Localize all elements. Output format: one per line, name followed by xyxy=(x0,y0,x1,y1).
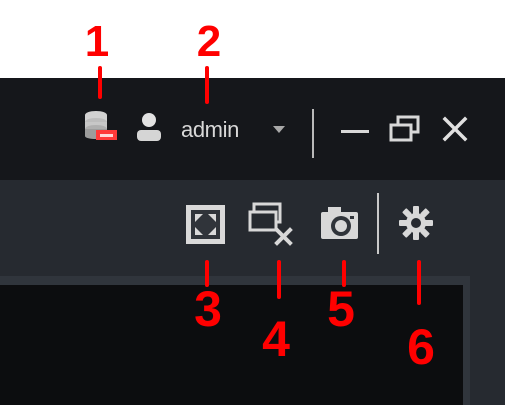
callout-3: 3 xyxy=(194,281,222,337)
live-view-canvas[interactable] xyxy=(0,276,470,405)
callout-5: 5 xyxy=(327,281,355,337)
callout-4: 4 xyxy=(262,311,290,367)
close-icon[interactable] xyxy=(439,113,471,145)
gear-icon[interactable] xyxy=(395,202,437,244)
chevron-down-icon[interactable] xyxy=(271,124,287,136)
callout-3-line xyxy=(205,260,209,287)
callout-5-line xyxy=(342,260,346,287)
callout-1-line xyxy=(98,66,102,99)
camera-icon[interactable] xyxy=(318,203,361,243)
restore-icon[interactable] xyxy=(386,113,424,149)
callout-1: 1 xyxy=(84,17,110,66)
fullscreen-icon[interactable] xyxy=(183,202,228,247)
live-view-canvas-inner xyxy=(0,285,463,405)
titlebar-divider xyxy=(312,109,314,158)
callout-2: 2 xyxy=(196,17,222,66)
callout-2-line xyxy=(205,66,209,104)
toolbar-divider xyxy=(377,193,379,254)
user-name[interactable]: admin xyxy=(181,119,239,141)
callout-4-line xyxy=(277,260,281,299)
callout-6: 6 xyxy=(407,319,435,375)
storage-status-icon[interactable] xyxy=(80,109,122,145)
title-bar xyxy=(0,78,505,180)
close-all-windows-icon[interactable] xyxy=(246,198,296,248)
minimize-icon[interactable] xyxy=(339,123,371,137)
callout-6-line xyxy=(417,260,421,305)
screenshot-stage: 1 2 3 4 5 6 admin xyxy=(0,0,505,405)
user-icon[interactable] xyxy=(132,110,166,144)
